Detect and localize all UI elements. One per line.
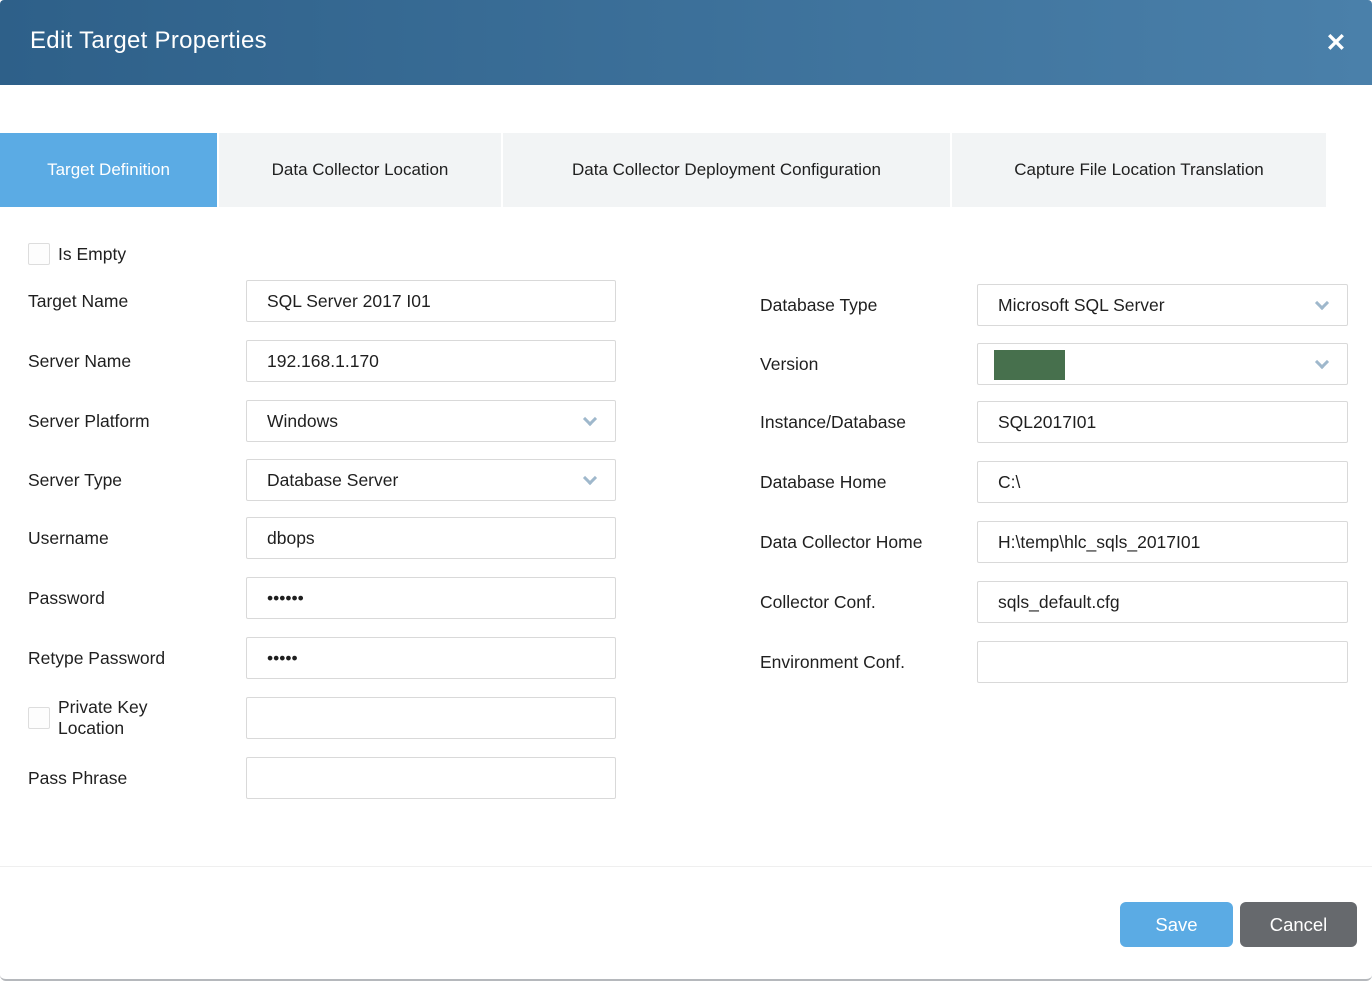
tab-label: Capture File Location Translation [1014, 160, 1263, 180]
password-input[interactable] [246, 577, 616, 619]
chevron-down-icon [1315, 355, 1329, 369]
server-name-input[interactable] [246, 340, 616, 382]
dialog-header: Edit Target Properties ✕ [0, 0, 1372, 85]
private-key-location-checkbox[interactable] [28, 707, 50, 729]
is-empty-label: Is Empty [58, 244, 126, 265]
private-key-location-input[interactable] [246, 697, 616, 739]
cancel-button[interactable]: Cancel [1240, 902, 1357, 947]
server-type-label: Server Type [28, 459, 122, 501]
dialog-title: Edit Target Properties [30, 27, 267, 55]
tab-data-collector-deployment-configuration[interactable]: Data Collector Deployment Configuration [503, 133, 950, 207]
tab-label: Target Definition [47, 160, 170, 180]
tab-bar: Target Definition Data Collector Locatio… [0, 133, 1372, 207]
pass-phrase-input[interactable] [246, 757, 616, 799]
instance-database-label: Instance/Database [760, 401, 906, 443]
footer-divider [0, 866, 1372, 867]
retype-password-input[interactable] [246, 637, 616, 679]
username-label: Username [28, 517, 109, 559]
server-type-select[interactable]: Database Server [246, 459, 616, 501]
target-name-input[interactable] [246, 280, 616, 322]
database-type-value: Microsoft SQL Server [998, 295, 1165, 316]
save-button[interactable]: Save [1120, 902, 1233, 947]
collector-conf-input[interactable] [977, 581, 1348, 623]
version-label: Version [760, 343, 818, 385]
database-home-input[interactable] [977, 461, 1348, 503]
is-empty-checkbox[interactable] [28, 243, 50, 265]
database-home-label: Database Home [760, 461, 886, 503]
data-collector-home-label: Data Collector Home [760, 521, 922, 563]
environment-conf-label: Environment Conf. [760, 641, 905, 683]
private-key-location-label: Private Key Location [58, 697, 183, 739]
tab-label: Data Collector Location [272, 160, 449, 180]
server-platform-label: Server Platform [28, 400, 150, 442]
server-name-label: Server Name [28, 340, 131, 382]
pass-phrase-label: Pass Phrase [28, 757, 127, 799]
version-redaction-block [994, 350, 1065, 380]
tab-label: Data Collector Deployment Configuration [572, 160, 881, 180]
instance-database-input[interactable] [977, 401, 1348, 443]
database-type-select[interactable]: Microsoft SQL Server [977, 284, 1348, 326]
close-icon[interactable]: ✕ [1318, 26, 1354, 62]
edit-target-properties-dialog: Edit Target Properties ✕ Target Definiti… [0, 0, 1372, 981]
chevron-down-icon [1315, 296, 1329, 310]
chevron-down-icon [583, 471, 597, 485]
server-type-value: Database Server [267, 470, 398, 491]
username-input[interactable] [246, 517, 616, 559]
target-name-label: Target Name [28, 280, 128, 322]
collector-conf-label: Collector Conf. [760, 581, 876, 623]
tab-data-collector-location[interactable]: Data Collector Location [219, 133, 501, 207]
tab-capture-file-location-translation[interactable]: Capture File Location Translation [952, 133, 1326, 207]
server-platform-value: Windows [267, 411, 338, 432]
data-collector-home-input[interactable] [977, 521, 1348, 563]
tab-target-definition[interactable]: Target Definition [0, 133, 217, 207]
server-platform-select[interactable]: Windows [246, 400, 616, 442]
chevron-down-icon [583, 412, 597, 426]
password-label: Password [28, 577, 105, 619]
database-type-label: Database Type [760, 284, 877, 326]
environment-conf-input[interactable] [977, 641, 1348, 683]
retype-password-label: Retype Password [28, 637, 165, 679]
